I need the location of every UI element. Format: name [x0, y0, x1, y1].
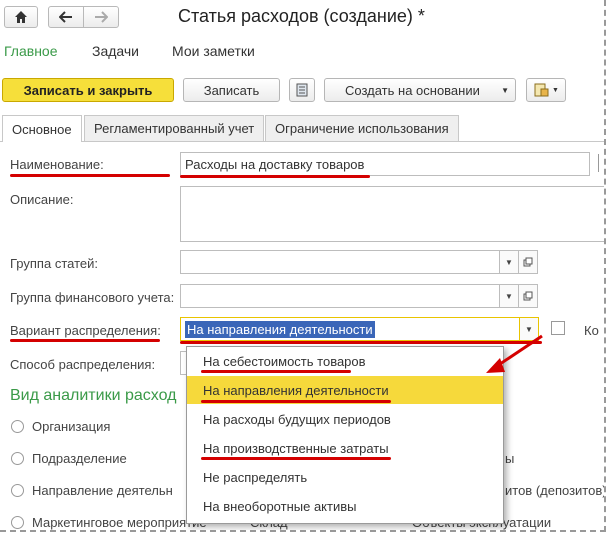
field-edge [598, 154, 603, 172]
open-icon [523, 291, 533, 301]
radio-department[interactable] [11, 452, 24, 465]
list-button[interactable] [289, 78, 315, 102]
red-underline [180, 175, 370, 178]
radio-department-label: Подразделение [32, 451, 127, 466]
chevron-down-icon: ▼ [501, 85, 509, 95]
back-button[interactable] [48, 6, 84, 28]
distribution-label: Вариант распределения: [10, 323, 161, 338]
red-underline [201, 370, 351, 373]
chevron-down-icon: ▼ [505, 257, 513, 267]
distribution-dropdown-list: На себестоимость товаров На направления … [186, 346, 504, 524]
arrow-left-icon [59, 11, 72, 23]
red-underline [201, 457, 391, 460]
description-field[interactable] [180, 186, 604, 242]
form-window: Статья расходов (создание) * Главное Зад… [0, 0, 606, 532]
window-title: Статья расходов (создание) * [178, 6, 425, 26]
open-icon [523, 257, 533, 267]
tab-regulated[interactable]: Регламентированный учет [84, 115, 265, 141]
tab-restrictions[interactable]: Ограничение использования [265, 115, 459, 141]
create-based-label: Создать на основании [345, 82, 480, 98]
menu-notes[interactable]: Мои заметки [172, 43, 255, 59]
tab-divider [0, 141, 604, 142]
fin-group-open-button[interactable] [518, 284, 538, 308]
fin-group-dropdown-button[interactable]: ▼ [499, 284, 519, 308]
group-label: Группа статей: [10, 256, 98, 271]
tab-main[interactable]: Основное [2, 115, 82, 142]
description-label: Описание: [10, 192, 74, 207]
report-button[interactable]: ▼ [526, 78, 566, 102]
menu-tasks[interactable]: Задачи [92, 43, 139, 59]
name-label: Наименование: [10, 157, 104, 172]
home-icon [15, 11, 27, 23]
method-label: Способ распределения: [10, 357, 156, 372]
checkbox[interactable] [551, 321, 565, 335]
red-underline [10, 174, 170, 177]
group-dropdown-button[interactable]: ▼ [499, 250, 519, 274]
save-close-button[interactable]: Записать и закрыть [2, 78, 174, 102]
arrow-right-icon [95, 11, 108, 23]
group-field[interactable] [180, 250, 500, 274]
group-open-button[interactable] [518, 250, 538, 274]
red-underline [10, 339, 160, 342]
home-button[interactable] [4, 6, 38, 28]
partial-label: итов (депозитов) [505, 483, 606, 498]
fin-group-label: Группа финансового учета: [10, 290, 175, 305]
forward-button[interactable] [83, 6, 119, 28]
create-based-button[interactable]: Создать на основании ▼ [324, 78, 516, 102]
radio-organization-label: Организация [32, 419, 111, 434]
radio-marketing-label: Маркетинговое мероприятие [32, 515, 207, 530]
partial-label: ы [505, 451, 515, 466]
menu-main[interactable]: Главное [4, 43, 58, 59]
red-underline [201, 400, 391, 403]
fin-group-field[interactable] [180, 284, 500, 308]
right-checkbox-label: Ко [584, 323, 599, 338]
report-icon [534, 83, 549, 97]
analytics-section-title: Вид аналитики расход [10, 387, 177, 404]
radio-organization[interactable] [11, 420, 24, 433]
chevron-down-icon: ▼ [552, 86, 559, 94]
dropdown-option[interactable]: На расходы будущих периодов [187, 405, 503, 433]
name-field[interactable]: Расходы на доставку товаров [180, 152, 590, 176]
save-button[interactable]: Записать [183, 78, 280, 102]
chevron-down-icon: ▼ [505, 291, 513, 301]
radio-direction[interactable] [11, 484, 24, 497]
radio-marketing[interactable] [11, 516, 24, 529]
radio-direction-label: Направление деятельн [32, 483, 173, 498]
red-arrow-icon [486, 334, 543, 373]
dropdown-option[interactable]: На внеоборотные активы [187, 492, 503, 520]
dropdown-option[interactable]: Не распределять [187, 463, 503, 491]
distribution-value: На направления деятельности [185, 320, 375, 338]
distribution-field[interactable]: На направления деятельности [180, 317, 520, 341]
list-icon [296, 83, 308, 97]
